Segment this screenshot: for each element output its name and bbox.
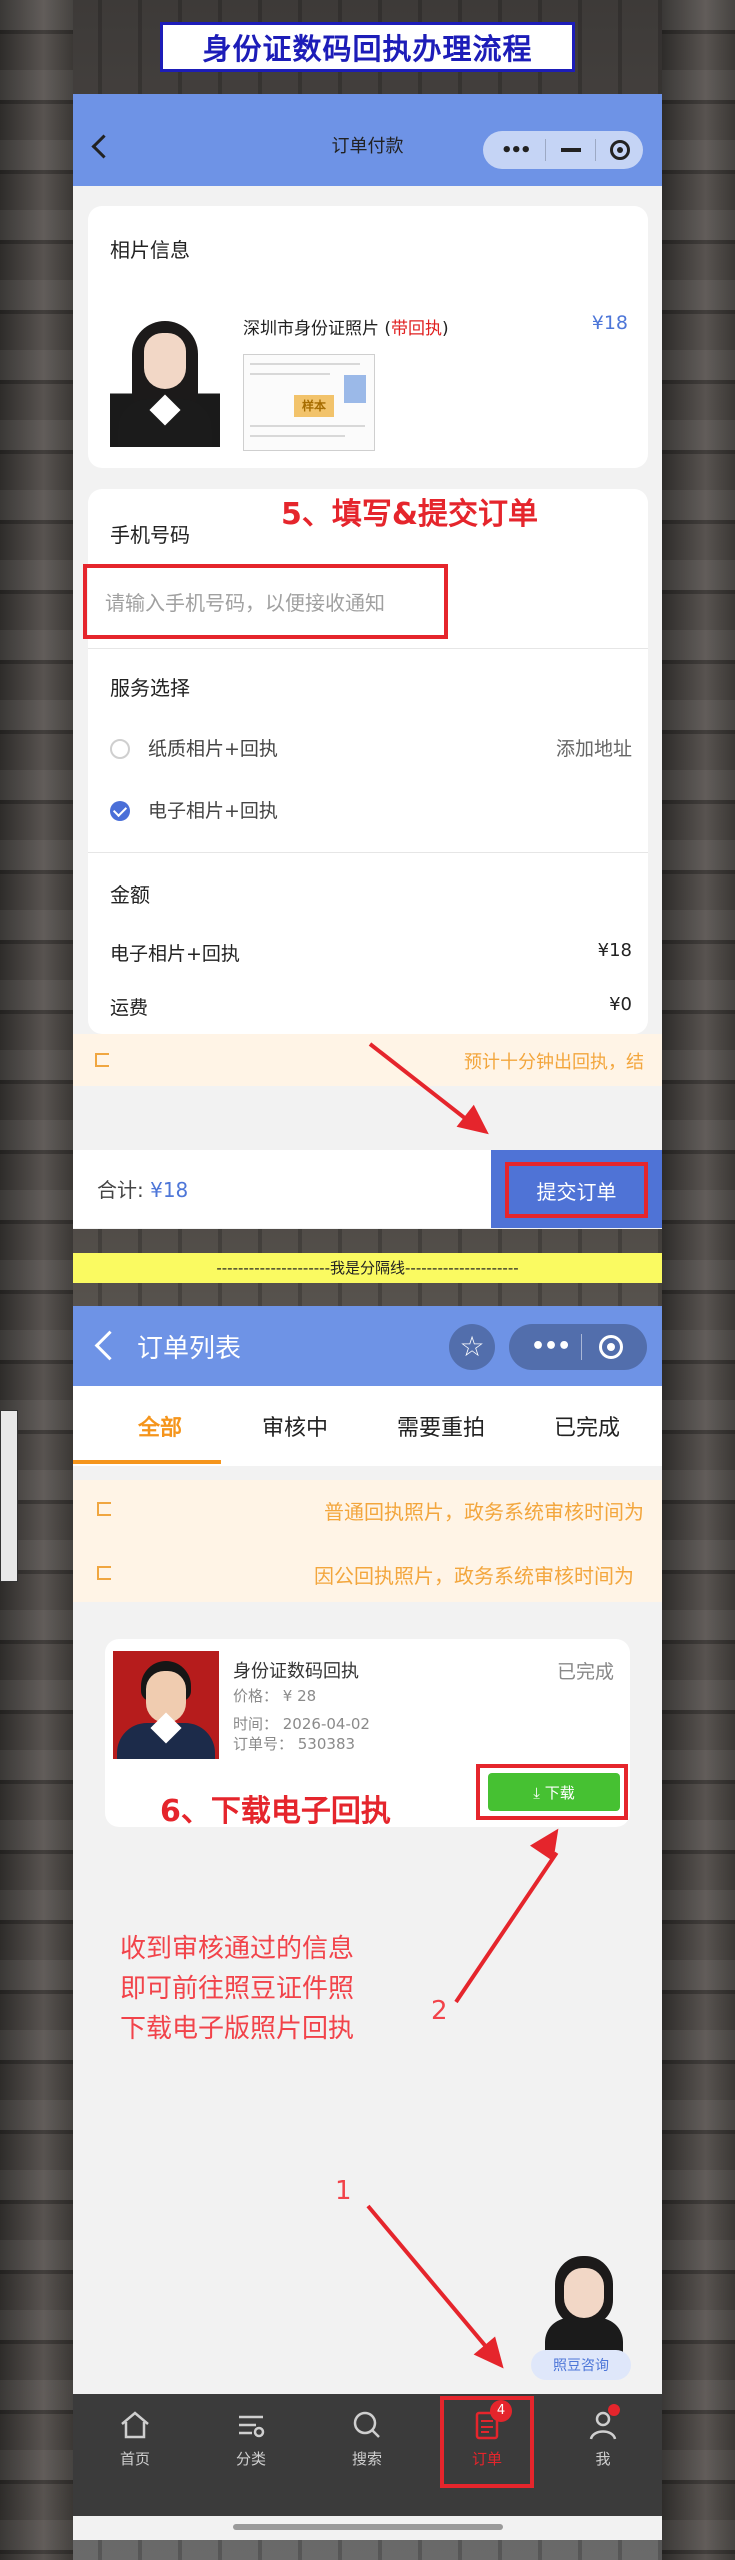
phone-input[interactable] (103, 582, 447, 624)
nav-title: 订单列表 (137, 1334, 242, 1364)
notice-bar: 预计十分钟出回执，结 (73, 1034, 662, 1086)
notification-dot (608, 2404, 620, 2416)
product-price: ¥18 (591, 312, 628, 334)
order-number: 订单号： 530383 (233, 1735, 356, 1753)
notice-board: 普通回执照片，政务系统审核时间为 因公回执照片，政务系统审核时间为 (73, 1480, 662, 1602)
notice-text: 预计十分钟出回执，结 (464, 1052, 644, 1073)
divider (88, 852, 648, 853)
order-time: 时间： 2026-04-02 (233, 1715, 370, 1733)
tab-completed[interactable]: 已完成 (527, 1410, 647, 1442)
phone-label: 手机号码 (110, 523, 190, 547)
close-target-icon[interactable] (610, 140, 630, 160)
mini-program-capsule[interactable]: ••• (483, 131, 643, 169)
background-building-left (0, 0, 73, 2560)
support-label[interactable]: 照豆咨询 (531, 2350, 631, 2380)
speaker-icon (95, 1053, 109, 1067)
tab-label: 搜索 (351, 2450, 382, 2468)
order-list-screen: 订单列表 ☆ ••• 全部 审核中 需要重拍 已完成 普通回执照片，政务系统审核… (73, 1306, 662, 2540)
user-icon (586, 2404, 620, 2442)
back-arrow-icon[interactable] (94, 1330, 125, 1361)
nav-bar: 订单付款 ••• (73, 94, 662, 186)
more-dots-icon[interactable]: ••• (501, 140, 531, 161)
amount-item-label: 电子相片+回执 (110, 943, 240, 965)
more-dots-icon[interactable]: ••• (531, 1334, 571, 1359)
order-price: 价格： ¥ 28 (233, 1687, 317, 1705)
tab-label: 我 (595, 2450, 611, 2468)
search-icon (350, 2408, 384, 2442)
tab-search[interactable]: 搜索 (327, 2408, 407, 2469)
notice-text: 普通回执照片，政务系统审核时间为 (324, 1500, 644, 1524)
active-tab-indicator (73, 1460, 221, 1464)
add-address-link[interactable]: 添加地址 (556, 734, 632, 761)
option-paper-radio[interactable] (110, 739, 130, 759)
mini-program-capsule[interactable]: ••• (509, 1324, 647, 1370)
notice-text: 因公回执照片，政务系统审核时间为 (314, 1564, 634, 1588)
support-widget[interactable]: 照豆咨询 (531, 2256, 637, 2384)
order-tabs: 全部 审核中 需要重拍 已完成 (73, 1386, 662, 1466)
step6-annotation: 6、下载电子回执 (160, 1794, 391, 1829)
speaker-icon (97, 1502, 111, 1516)
sample-stamp: 样本 (294, 395, 334, 417)
tab-all[interactable]: 全部 (100, 1410, 220, 1442)
orders-tab-highlight (440, 2396, 534, 2488)
tab-me[interactable]: 我 (563, 2404, 643, 2469)
page-title: 身份证数码回执办理流程 (160, 22, 575, 72)
receipt-sample-image: 样本 (243, 354, 375, 451)
total-amount: 合计: ¥18 (97, 1178, 189, 1202)
bottom-tab-bar: 首页 分类 搜索 4 订单 我 (73, 2394, 662, 2516)
order-status: 已完成 (556, 1661, 614, 1683)
id-photo-thumbnail (110, 313, 220, 447)
amount-item-value: ¥18 (597, 940, 632, 961)
submit-order-button[interactable]: 提交订单 (505, 1162, 648, 1218)
shipping-label: 运费 (110, 997, 149, 1019)
separator-banner: ---------------------我是分隔线--------------… (73, 1253, 662, 1283)
order-payment-screen: 订单付款 ••• 相片信息 深圳市身份证照片 (带回执) ¥18 样本 手机号码… (73, 94, 662, 1229)
background-building-right (662, 0, 735, 2560)
option-electronic-label[interactable]: 电子相片+回执 (148, 796, 278, 823)
star-icon[interactable]: ☆ (449, 1324, 495, 1370)
step-number-2: 2 (431, 1996, 448, 2026)
product-name: 深圳市身份证照片 (带回执) (243, 319, 449, 339)
option-electronic-radio[interactable] (110, 801, 130, 821)
capsule-divider (595, 139, 596, 161)
photo-section-title: 相片信息 (110, 238, 190, 262)
order-item-card[interactable]: 身份证数码回执 已完成 价格： ¥ 28 时间： 2026-04-02 订单号：… (105, 1639, 630, 1829)
step-number-1: 1 (335, 2176, 352, 2206)
tab-home[interactable]: 首页 (95, 2408, 175, 2469)
background-street-sign (0, 1410, 18, 1582)
option-paper-label[interactable]: 纸质相片+回执 (148, 734, 278, 761)
photo-info-card: 相片信息 深圳市身份证照片 (带回执) ¥18 样本 (88, 206, 648, 468)
amount-title: 金额 (110, 883, 150, 907)
tab-category[interactable]: 分类 (211, 2408, 291, 2469)
close-target-icon[interactable] (599, 1335, 623, 1359)
home-icon (118, 2408, 152, 2442)
order-photo-thumbnail (113, 1651, 219, 1759)
checkout-footer: 合计: ¥18 提交订单 (73, 1150, 662, 1228)
divider (88, 648, 648, 649)
service-title: 服务选择 (110, 676, 190, 700)
tab-reviewing[interactable]: 审核中 (235, 1410, 355, 1442)
tab-label: 分类 (235, 2450, 266, 2468)
nav-bar: 订单列表 ☆ ••• (73, 1306, 662, 1386)
order-title: 身份证数码回执 (233, 1661, 359, 1682)
speaker-icon (97, 1566, 111, 1580)
tab-label: 首页 (119, 2450, 150, 2468)
step5-annotation: 5、填写&提交订单 (281, 497, 539, 532)
capsule-divider (545, 139, 546, 161)
capsule-divider (581, 1334, 582, 1360)
home-indicator (233, 2524, 503, 2530)
explain-text: 收到审核通过的信息 即可前往照豆证件照 下载电子版照片回执 (120, 1934, 355, 2044)
shipping-value: ¥0 (609, 994, 632, 1015)
tab-retake[interactable]: 需要重拍 (381, 1410, 501, 1442)
category-icon (234, 2408, 268, 2442)
minimize-icon[interactable] (561, 148, 581, 152)
download-button[interactable]: ⤓ 下载 (488, 1773, 620, 1811)
